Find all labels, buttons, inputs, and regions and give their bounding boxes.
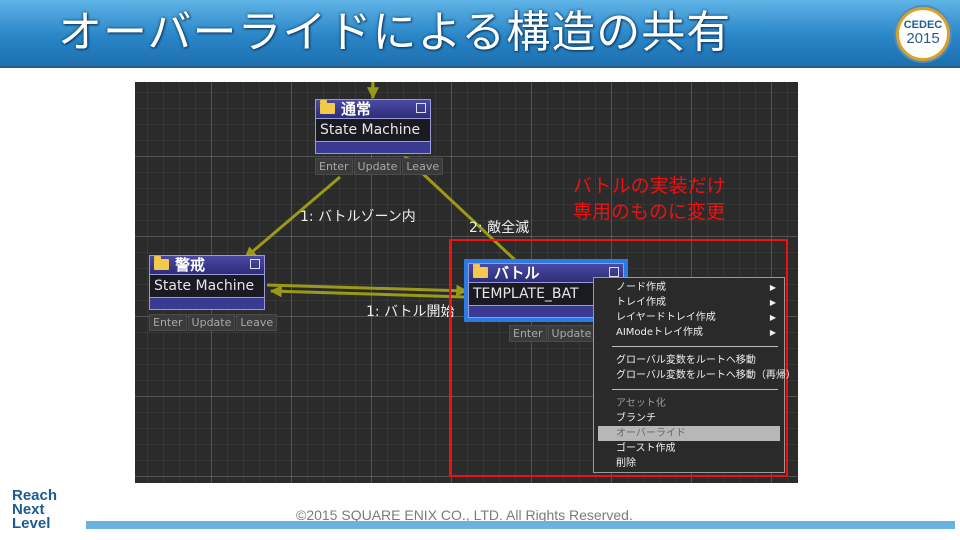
menu-item-move-globals-recursive[interactable]: グローバル変数をルートへ移動（再帰） [594, 368, 796, 383]
reach-next-level-logo: Reach Next Level [12, 488, 84, 532]
enter-button[interactable]: Enter [149, 314, 187, 331]
leave-button[interactable]: Leave [402, 158, 444, 175]
slide-header: オーバーライドによる構造の共有 CEDEC 2015 [0, 0, 960, 66]
annotation-line-2: 専用のものに変更 [573, 201, 726, 223]
menu-item-create-aimode-tray[interactable]: AIModeトレイ作成 ▶ [594, 325, 784, 340]
node-type-field: State Machine [315, 119, 431, 141]
node-footer [149, 297, 265, 310]
wire-alert-to-battle [266, 283, 469, 297]
footer-bar [86, 521, 955, 529]
menu-item-label: AIModeトレイ作成 [616, 327, 704, 338]
node-type-field: State Machine [149, 275, 265, 297]
edge-label-to-battle: 1: バトル開始 [366, 304, 455, 320]
menu-item-label: ノード作成 [616, 282, 666, 293]
edge-label-to-normal: 2: 敵全滅 [469, 220, 530, 236]
folder-icon [154, 256, 169, 270]
cedec-logo: CEDEC 2015 [896, 7, 950, 61]
node-header[interactable]: 通常 [315, 99, 431, 119]
menu-item-assetize: アセット化 [616, 398, 666, 409]
wire-battle-to-alert [269, 285, 466, 299]
submenu-arrow-icon: ▶ [769, 328, 776, 337]
folder-icon [320, 100, 335, 114]
slide-title: オーバーライドによる構造の共有 [58, 7, 732, 58]
context-menu[interactable]: ノード作成 ▶ トレイ作成 ▶ レイヤードトレイ作成 ▶ AIModeトレイ作成… [593, 277, 796, 473]
state-machine-editor[interactable]: 通常 State Machine Enter Update Leave 警戒 S… [135, 82, 798, 483]
node-buttons: Enter Update Leave [149, 314, 278, 331]
menu-separator [612, 346, 778, 347]
edge-label-to-alert: 1: バトルゾーン内 [300, 209, 416, 225]
node-title: 通常 [341, 100, 372, 118]
menu-item-create-tray[interactable]: トレイ作成 ▶ [594, 295, 784, 310]
menu-item-create-ghost[interactable]: ゴースト作成 [594, 441, 784, 456]
logo-line-level: Level [12, 515, 51, 532]
menu-item-label: レイヤードトレイ作成 [616, 312, 716, 323]
menu-item-override[interactable]: オーバーライド [598, 426, 780, 441]
menu-item-move-globals[interactable]: グローバル変数をルートへ移動 [594, 353, 784, 368]
menu-separator [612, 389, 778, 390]
menu-item-create-node[interactable]: ノード作成 ▶ [594, 280, 784, 295]
menu-item-delete[interactable]: 削除 [594, 456, 784, 471]
state-node-normal[interactable]: 通常 State Machine Enter Update Leave [315, 99, 444, 175]
cedec-logo-year: 2015 [906, 30, 940, 47]
submenu-arrow-icon: ▶ [769, 283, 776, 292]
node-title: 警戒 [175, 256, 206, 274]
maximize-icon[interactable] [416, 103, 426, 113]
update-button[interactable]: Update [187, 314, 236, 331]
header-divider [0, 66, 960, 68]
annotation-line-1: バトルの実装だけ [573, 175, 726, 197]
menu-item-label: トレイ作成 [616, 297, 666, 308]
menu-item-create-layered-tray[interactable]: レイヤードトレイ作成 ▶ [594, 310, 784, 325]
enter-button[interactable]: Enter [315, 158, 353, 175]
maximize-icon[interactable] [250, 259, 260, 269]
annotation-text: バトルの実装だけ 専用のものに変更 [573, 173, 726, 225]
menu-item-branch[interactable]: ブランチ [594, 411, 784, 426]
update-button[interactable]: Update [353, 158, 402, 175]
leave-button[interactable]: Leave [236, 314, 278, 331]
node-footer [315, 141, 431, 154]
node-header[interactable]: 警戒 [149, 255, 265, 275]
state-node-alert[interactable]: 警戒 State Machine Enter Update Leave [149, 255, 278, 331]
node-buttons: Enter Update Leave [315, 158, 444, 175]
submenu-arrow-icon: ▶ [769, 313, 776, 322]
submenu-arrow-icon: ▶ [769, 298, 776, 307]
